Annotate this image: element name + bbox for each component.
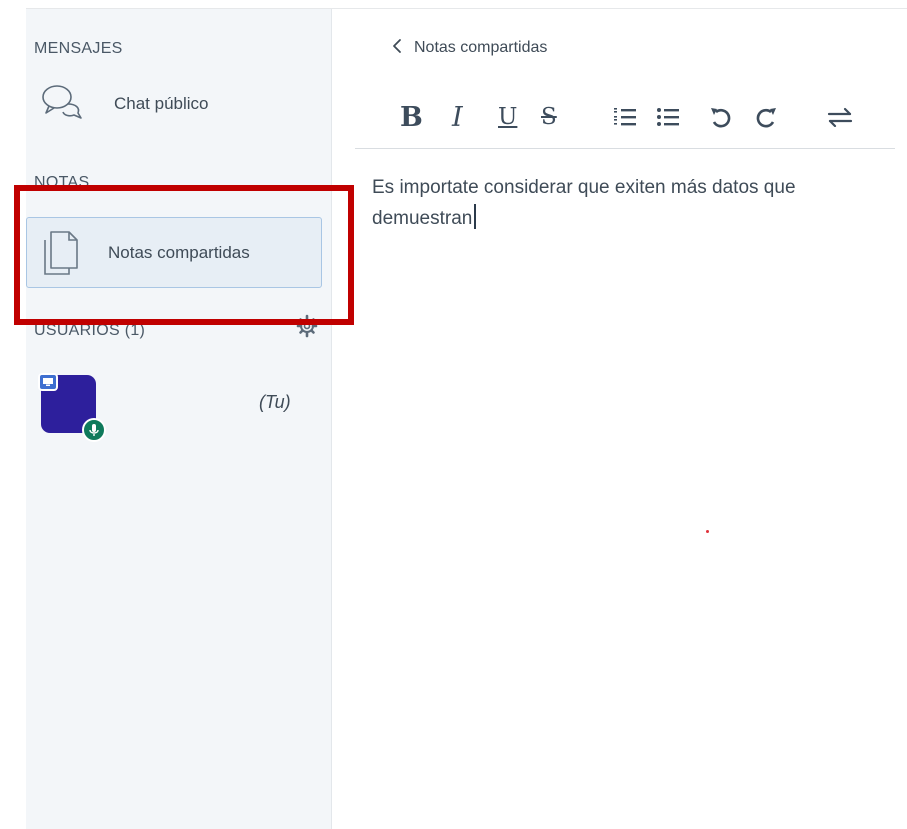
redo-icon[interactable] <box>756 97 778 137</box>
notes-section-title: NOTAS <box>34 174 90 191</box>
editor-toolbar: B I U S <box>355 97 895 149</box>
current-user-label: (Tu) <box>259 392 291 412</box>
gear-icon[interactable] <box>296 314 318 343</box>
document-copy-icon <box>41 228 81 278</box>
shared-notes-editor[interactable]: Es importate considerar que exiten más d… <box>372 172 887 234</box>
notes-content: Es importate considerar que exiten más d… <box>372 177 796 229</box>
users-section-title: USUARIOS (1) <box>34 322 146 339</box>
unordered-list-icon[interactable] <box>656 97 680 137</box>
shared-notes-label: Notas compartidas <box>108 242 250 262</box>
public-chat-label: Chat público <box>114 94 209 113</box>
back-to-notes-button[interactable]: Notas compartidas <box>392 36 547 60</box>
speech-bubbles-icon <box>40 82 86 127</box>
ordered-list-icon[interactable] <box>613 97 637 137</box>
undo-icon[interactable] <box>709 97 731 137</box>
public-chat-item[interactable]: Chat público <box>40 82 209 126</box>
strikethrough-button[interactable]: S <box>541 97 557 137</box>
messages-section-title: MENSAJES <box>34 40 123 57</box>
presenter-screen-icon <box>38 373 58 391</box>
italic-button[interactable]: I <box>452 97 463 137</box>
bold-button[interactable]: B <box>400 97 423 137</box>
notes-panel-title: Notas compartidas <box>414 39 548 56</box>
text-cursor <box>474 204 476 229</box>
microphone-icon <box>82 418 106 442</box>
underline-button[interactable]: U <box>498 97 517 137</box>
shared-notes-item[interactable]: Notas compartidas <box>26 217 322 288</box>
stray-dot <box>706 530 709 533</box>
swap-arrows-icon[interactable] <box>827 97 853 137</box>
chevron-left-icon <box>392 38 402 59</box>
